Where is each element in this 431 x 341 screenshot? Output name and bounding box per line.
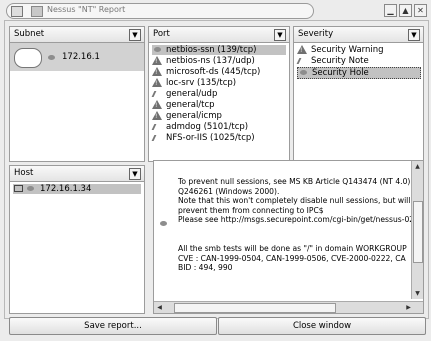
scroll-up-icon[interactable]: ▲: [413, 162, 422, 171]
note-icon: [151, 123, 163, 130]
severity-header-label: Severity: [298, 29, 334, 39]
port-header-label: Port: [153, 29, 170, 39]
save-report-button[interactable]: Save report...: [9, 317, 217, 335]
subnet-label: 172.16.1: [62, 52, 100, 62]
port-item[interactable]: netbios-ssn (139/tcp): [152, 45, 286, 55]
subnet-panel: Subnet ▼ 172.16.1: [9, 26, 145, 162]
severity-item[interactable]: Security Hole: [297, 67, 421, 79]
port-item[interactable]: general/udp: [151, 89, 217, 99]
severity-item[interactable]: Security Warning: [297, 45, 384, 56]
title-bar[interactable]: Nessus "NT" Report ▁ ▲ ✕: [0, 0, 431, 20]
scroll-right-icon[interactable]: ▶: [404, 303, 413, 312]
minimize-icon[interactable]: ▁: [384, 4, 397, 17]
chevron-down-icon[interactable]: ▼: [129, 168, 141, 180]
note-icon: [151, 90, 163, 97]
dot-icon: [27, 186, 34, 191]
subnet-row[interactable]: 172.16.1: [10, 43, 144, 71]
dot-icon: [299, 70, 307, 75]
warning-icon: [152, 100, 162, 111]
app-icon: [31, 6, 43, 17]
dot-icon: [153, 47, 161, 52]
window-content: Subnet ▼ 172.16.1 Port ▼ netbios-ssn (13…: [4, 20, 429, 335]
host-panel: Host ▼ 172.16.1.34: [9, 165, 145, 314]
horizontal-scrollbar[interactable]: ◀ ▶: [154, 301, 423, 313]
severity-dot-icon: [48, 55, 55, 60]
subnet-header-label: Subnet: [14, 29, 45, 39]
severity-panel: Severity ▼ Security Warning Security Not…: [293, 26, 424, 162]
port-panel: Port ▼ netbios-ssn (139/tcp) netbios-ns …: [148, 26, 290, 162]
scroll-left-icon[interactable]: ◀: [155, 303, 164, 312]
port-item[interactable]: netbios-ns (137/udp): [152, 56, 255, 67]
host-header-label: Host: [14, 168, 34, 178]
window-menu-icon[interactable]: [11, 6, 23, 17]
maximize-icon[interactable]: ▲: [399, 4, 412, 17]
port-item[interactable]: NFS-or-IIS (1025/tcp): [151, 133, 255, 143]
port-item[interactable]: loc-srv (135/tcp): [152, 78, 236, 89]
port-item[interactable]: general/icmp: [152, 111, 222, 122]
port-item[interactable]: microsoft-ds (445/tcp): [152, 67, 260, 78]
warning-icon: [152, 56, 162, 67]
cloud-icon: [14, 48, 42, 68]
close-icon[interactable]: ✕: [414, 4, 427, 17]
warning-icon: [297, 45, 307, 56]
title-pill[interactable]: Nessus "NT" Report: [6, 3, 314, 19]
port-header[interactable]: Port ▼: [149, 27, 289, 43]
port-item[interactable]: admdog (5101/tcp): [151, 122, 248, 132]
chevron-down-icon[interactable]: ▼: [408, 29, 420, 41]
computer-icon: [13, 185, 23, 192]
vertical-scrollbar[interactable]: ▲ ▼: [411, 161, 423, 299]
scroll-thumb[interactable]: [413, 201, 423, 263]
subnet-header[interactable]: Subnet ▼: [10, 27, 144, 43]
port-item[interactable]: general/tcp: [152, 100, 215, 111]
report-detail[interactable]: To prevent null sessions, see MS KB Arti…: [153, 160, 424, 314]
close-window-button[interactable]: Close window: [218, 317, 426, 335]
warning-icon: [152, 67, 162, 78]
host-item[interactable]: 172.16.1.34: [13, 184, 141, 194]
note-icon: [296, 57, 308, 64]
dot-icon: [160, 221, 167, 226]
chevron-down-icon[interactable]: ▼: [129, 29, 141, 41]
severity-header[interactable]: Severity ▼: [294, 27, 423, 43]
severity-item[interactable]: Security Note: [296, 56, 369, 66]
scroll-down-icon[interactable]: ▼: [413, 289, 422, 298]
report-text: To prevent null sessions, see MS KB Arti…: [178, 177, 424, 273]
host-header[interactable]: Host ▼: [10, 166, 144, 182]
scroll-thumb[interactable]: [174, 303, 336, 313]
warning-icon: [152, 78, 162, 89]
chevron-down-icon[interactable]: ▼: [274, 29, 286, 41]
window-title: Nessus "NT" Report: [47, 5, 126, 14]
note-icon: [151, 134, 163, 141]
warning-icon: [152, 111, 162, 122]
